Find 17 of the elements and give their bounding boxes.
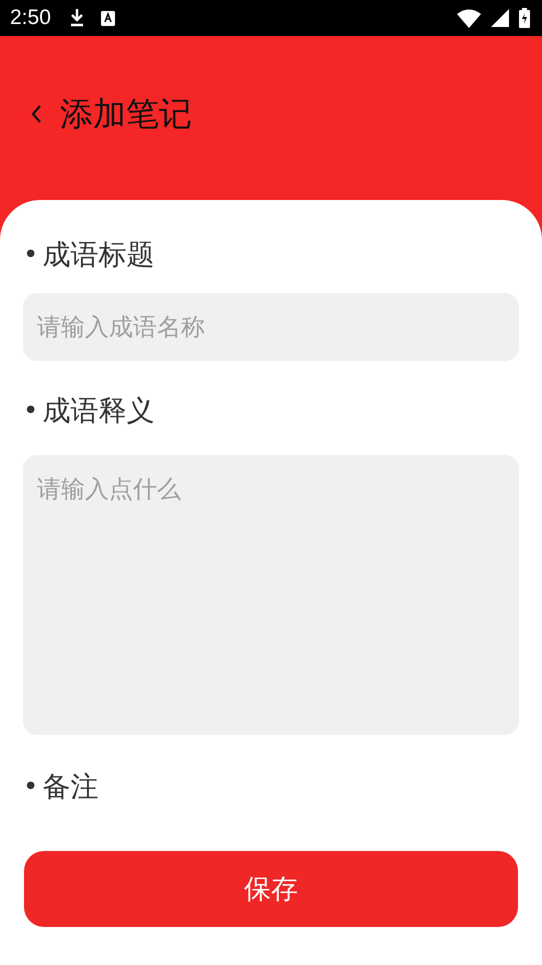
- back-icon[interactable]: [30, 104, 42, 124]
- bullet: •: [23, 772, 38, 802]
- field-label: 成语释义: [42, 393, 154, 429]
- page-title: 添加笔记: [60, 92, 192, 134]
- text-area[interactable]: 请输入点什么: [23, 455, 519, 735]
- download-icon: [68, 8, 85, 28]
- keyboard-app-icon: [100, 10, 115, 26]
- field-label: 成语标题: [42, 237, 154, 273]
- input-field[interactable]: 请输入成语名称: [23, 293, 519, 361]
- signal-icon: [491, 9, 509, 27]
- bullet: •: [23, 396, 38, 426]
- save-button[interactable]: 保存: [24, 851, 518, 927]
- status-time: 2:50: [10, 6, 51, 30]
- field-label: 备注: [42, 769, 98, 805]
- battery-icon: [519, 8, 530, 28]
- bullet: •: [23, 240, 38, 270]
- wifi-icon: [457, 8, 481, 28]
